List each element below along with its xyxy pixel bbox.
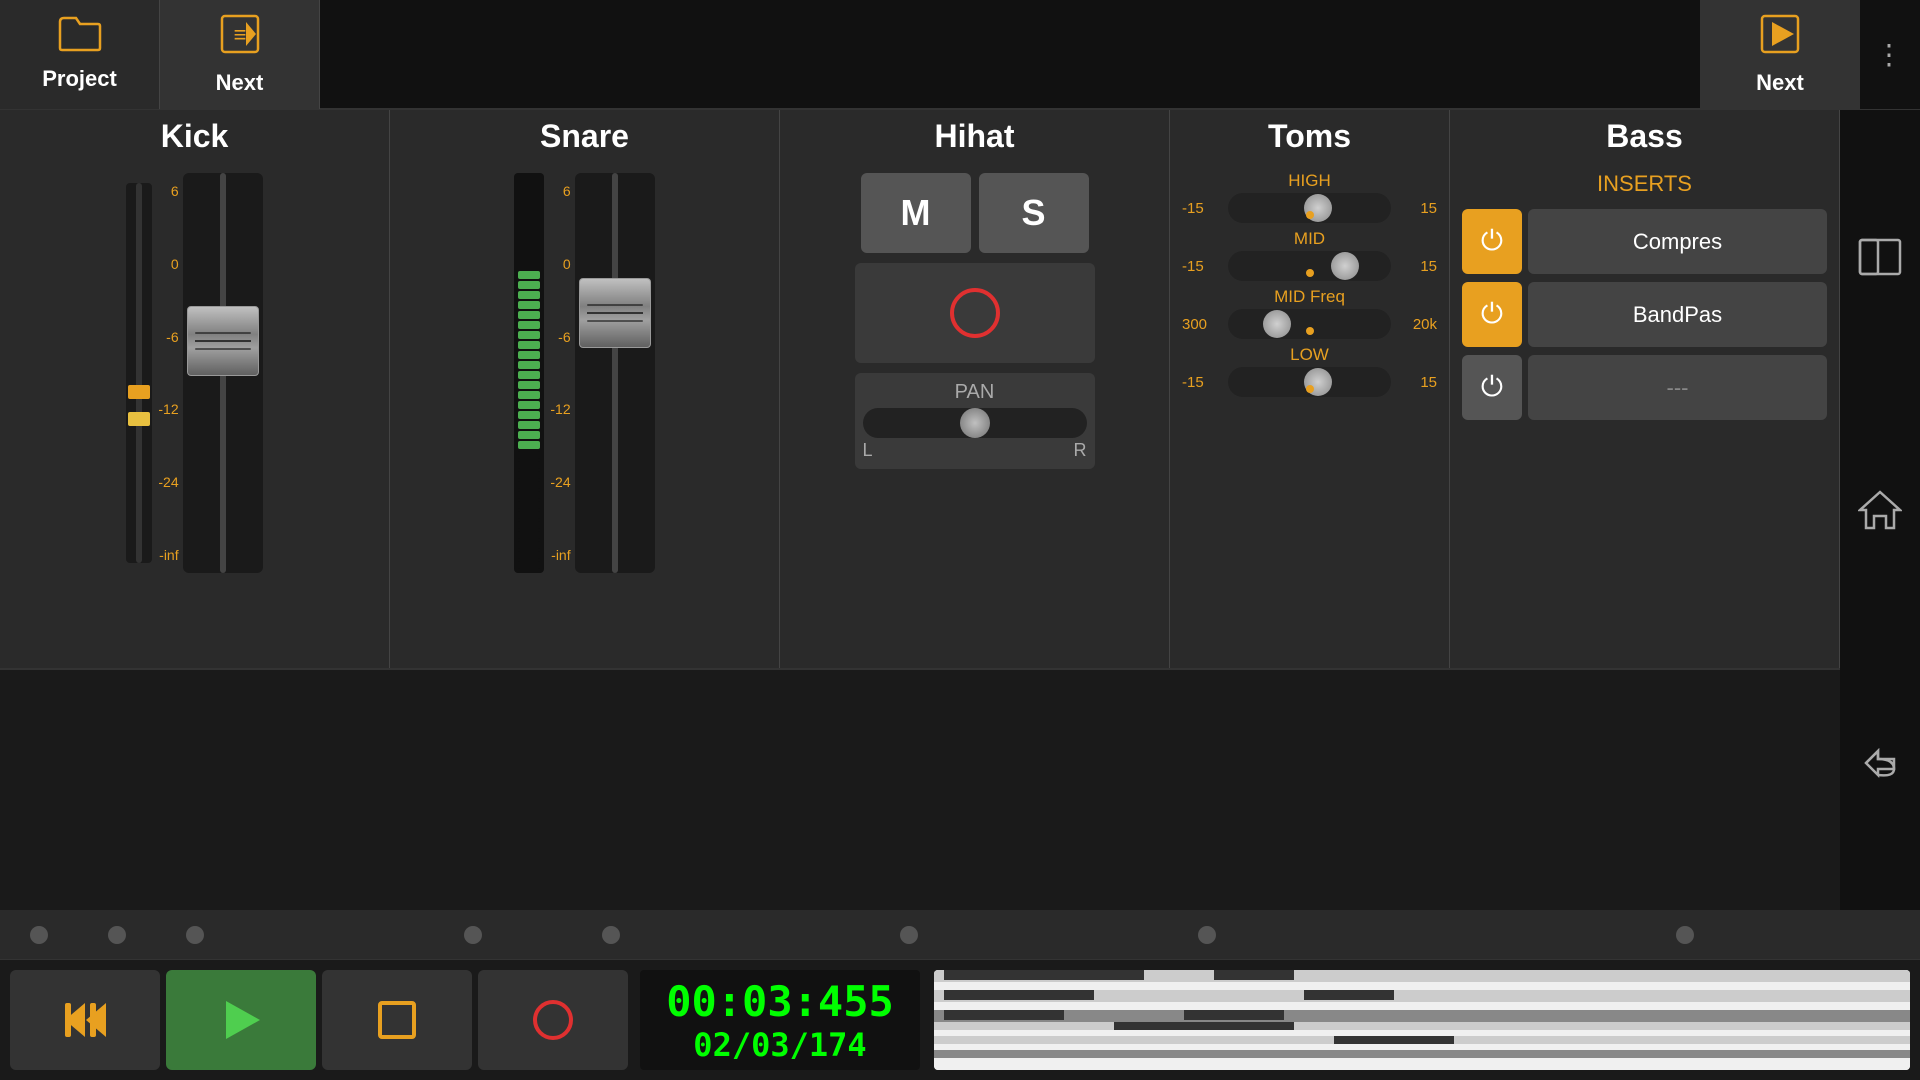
kick-name: Kick (161, 118, 229, 155)
toms-high-slider[interactable] (1228, 193, 1391, 223)
toms-midfreq-slider[interactable] (1228, 309, 1391, 339)
bass-inserts: INSERTS ⏻ Compres ⏻ BandPas ⏻ --- (1454, 163, 1835, 428)
snare-vu-meter (514, 173, 544, 573)
top-bar: Project ≡ Next (0, 0, 1920, 110)
toms-mid-min: -15 (1182, 258, 1222, 275)
hihat-name: Hihat (935, 118, 1015, 155)
toms-mid-slider[interactable] (1228, 251, 1391, 281)
piano-roll-svg (934, 970, 1910, 1070)
kick-channel: Kick 60-6-12-24-inf (0, 110, 390, 668)
hihat-channel: Hihat M S PAN L (780, 110, 1170, 668)
toms-midfreq-max: 20k (1397, 316, 1437, 333)
transport-bar: 00:03:455 02/03/174 (0, 960, 1920, 1080)
bandpass-button[interactable]: BandPas (1528, 282, 1827, 347)
time-sub: 02/03/174 (693, 1026, 866, 1064)
insert-row-compres: ⏻ Compres (1462, 209, 1827, 274)
pan-right-label: R (1074, 440, 1087, 461)
stop-button[interactable] (322, 970, 472, 1070)
toms-high-label: HIGH (1182, 171, 1437, 191)
pan-control[interactable]: PAN L R (855, 373, 1095, 469)
toms-eq: HIGH -15 15 MID (1174, 163, 1445, 405)
next-left-label: Next (216, 70, 264, 96)
toms-high-max: 15 (1397, 200, 1437, 217)
toms-high-band: HIGH -15 15 (1182, 171, 1437, 223)
dot-7 (1198, 926, 1216, 944)
toms-mid-band: MID -15 15 (1182, 229, 1437, 281)
toms-name: Toms (1268, 118, 1351, 155)
snare-channel: Snare (390, 110, 780, 668)
dot-row (0, 910, 1920, 960)
pan-knob[interactable] (960, 408, 990, 438)
window-icon[interactable] (1855, 232, 1905, 282)
solo-button[interactable]: S (979, 173, 1089, 253)
skip-back-button[interactable] (10, 970, 160, 1070)
svg-text:≡: ≡ (233, 22, 246, 47)
pan-label: PAN (955, 381, 995, 404)
toms-low-slider[interactable] (1228, 367, 1391, 397)
toms-low-label: LOW (1182, 345, 1437, 365)
back-icon[interactable] (1855, 738, 1905, 788)
compres-button[interactable]: Compres (1528, 209, 1827, 274)
snare-fader[interactable] (575, 173, 655, 573)
record-button[interactable] (478, 970, 628, 1070)
play-button[interactable] (166, 970, 316, 1070)
pan-left-label: L (863, 440, 873, 461)
toms-low-band: LOW -15 15 (1182, 345, 1437, 397)
piano-roll[interactable] (934, 970, 1910, 1070)
time-display: 00:03:455 02/03/174 (640, 970, 920, 1070)
next-right-button[interactable]: Next (1700, 0, 1860, 109)
bass-channel: Bass INSERTS ⏻ Compres ⏻ BandPas ⏻ --- (1450, 110, 1840, 668)
mute-button[interactable]: M (861, 173, 971, 253)
record-arm-button[interactable] (855, 263, 1095, 363)
toms-midfreq-label: MID Freq (1182, 287, 1437, 307)
toms-mid-max: 15 (1397, 258, 1437, 275)
next-left-icon: ≡ (218, 12, 262, 66)
dot-4 (464, 926, 482, 944)
toms-midfreq-band: MID Freq 300 20k (1182, 287, 1437, 339)
toms-low-max: 15 (1397, 374, 1437, 391)
compres-power-button[interactable]: ⏻ (1462, 209, 1522, 274)
home-icon[interactable] (1855, 485, 1905, 535)
toms-high-min: -15 (1182, 200, 1222, 217)
more-icon: ⋮ (1875, 38, 1905, 71)
toms-mid-knob[interactable] (1331, 252, 1359, 280)
toms-midfreq-knob[interactable] (1263, 310, 1291, 338)
toms-midfreq-min: 300 (1182, 316, 1222, 333)
snare-fader-scale: 60-6-12-24-inf (550, 173, 570, 573)
empty-insert-button[interactable]: --- (1528, 355, 1827, 420)
project-label: Project (42, 66, 117, 92)
next-left-button[interactable]: ≡ Next (160, 0, 320, 109)
bandpass-power-button[interactable]: ⏻ (1462, 282, 1522, 347)
next-right-label: Next (1756, 70, 1804, 96)
mixer-area: Kick 60-6-12-24-inf (0, 110, 1840, 670)
snare-name: Snare (540, 118, 629, 155)
dot-3 (186, 926, 204, 944)
project-button[interactable]: Project (0, 0, 160, 109)
empty-power-button[interactable]: ⏻ (1462, 355, 1522, 420)
right-sidebar (1840, 110, 1920, 910)
inserts-label: INSERTS (1462, 171, 1827, 197)
folder-icon (58, 16, 102, 62)
next-right-icon (1758, 12, 1802, 66)
dot-8 (1676, 926, 1694, 944)
kick-fader[interactable] (183, 173, 263, 573)
dot-1 (30, 926, 48, 944)
dot-2 (108, 926, 126, 944)
pan-slider[interactable] (863, 408, 1087, 438)
toms-channel: Toms HIGH -15 15 (1170, 110, 1450, 668)
more-button[interactable]: ⋮ (1860, 0, 1920, 109)
time-main: 00:03:455 (666, 977, 894, 1026)
insert-row-bandpass: ⏻ BandPas (1462, 282, 1827, 347)
kick-fader-scale: 60-6-12-24-inf (158, 173, 178, 573)
record-circle-icon (950, 288, 1000, 338)
dot-5 (602, 926, 620, 944)
toms-low-min: -15 (1182, 374, 1222, 391)
dot-6 (900, 926, 918, 944)
insert-row-empty: ⏻ --- (1462, 355, 1827, 420)
bass-name: Bass (1606, 118, 1683, 155)
toms-mid-label: MID (1182, 229, 1437, 249)
